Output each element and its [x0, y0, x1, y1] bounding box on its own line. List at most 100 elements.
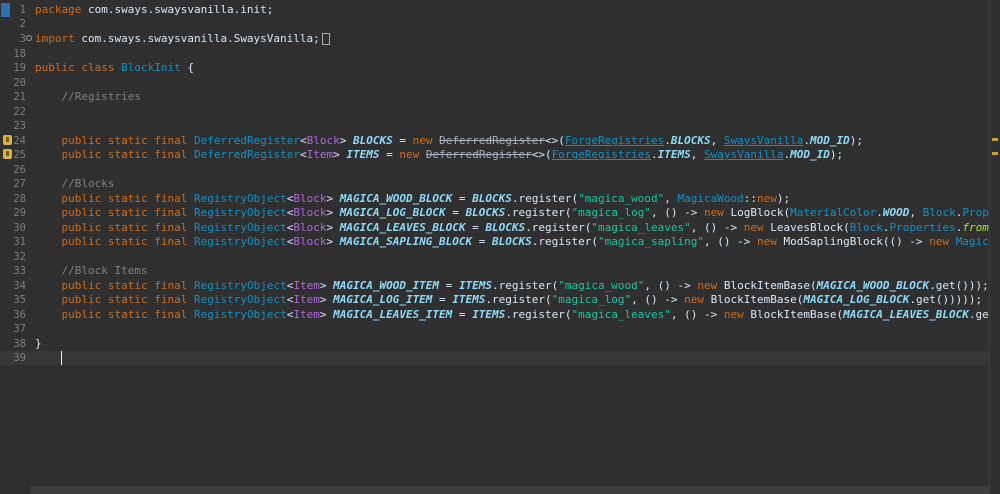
code-line[interactable]: 26 — [0, 163, 990, 177]
code-line[interactable]: 35 public static final RegistryObject<It… — [0, 293, 990, 307]
horizontal-scrollbar[interactable] — [30, 486, 990, 494]
warning-marker[interactable] — [992, 138, 998, 141]
code-token: static — [107, 235, 148, 248]
code-token: SwaysVanilla — [723, 134, 804, 147]
code-token: Block — [293, 206, 327, 219]
code-token: , () -> — [631, 293, 685, 306]
code-token: static — [107, 192, 148, 205]
code-line[interactable]: 27 //Blocks — [0, 177, 990, 191]
code-line[interactable]: 18 — [0, 47, 990, 61]
code-line[interactable]: 19 public class BlockInit { — [0, 61, 990, 75]
code-token: new — [412, 134, 433, 147]
line-number: 20 — [13, 77, 26, 89]
code-line[interactable]: 34 public static final RegistryObject<It… — [0, 279, 990, 293]
code-line[interactable]: 3 import com.sways.swaysvanilla.SwaysVani… — [0, 32, 990, 46]
code-token: //Blocks — [61, 177, 115, 190]
code-line[interactable]: 25 public static final DeferredRegister<… — [0, 148, 990, 162]
code-line[interactable]: 39 — [0, 351, 990, 365]
code-line[interactable]: 20 — [0, 76, 990, 90]
code-token: static — [107, 221, 148, 234]
code-line[interactable]: 2 — [0, 17, 990, 31]
code-token: public — [61, 206, 102, 219]
code-token: BlockItemBase( — [717, 279, 817, 292]
code-text: } — [35, 337, 42, 351]
code-token: } — [35, 337, 42, 350]
code-token: //Registries — [61, 90, 141, 103]
code-token: .get())); — [929, 279, 989, 292]
code-token: static — [107, 134, 148, 147]
line-number: 35 — [13, 294, 26, 306]
code-token: = — [445, 206, 466, 219]
code-editor[interactable]: 1 package com.sways.swaysvanilla.init; 2 3 i… — [0, 0, 1000, 494]
code-token: public — [61, 279, 102, 292]
code-token: Item — [293, 308, 320, 321]
code-token: ITEMS — [452, 293, 486, 306]
line-number: 34 — [13, 280, 26, 292]
code-token: RegistryObject — [194, 293, 287, 306]
code-line[interactable]: 36 public static final RegistryObject<It… — [0, 308, 1000, 322]
code-token: .register( — [505, 206, 572, 219]
code-line[interactable]: 23 — [0, 119, 990, 133]
code-token: MOD_ID — [790, 148, 830, 161]
code-token: = — [465, 221, 486, 234]
folded-block-icon[interactable] — [321, 33, 330, 45]
code-token: new — [399, 148, 420, 161]
code-token: LeavesBlock( — [763, 221, 850, 234]
code-token: ForgeRegistries — [551, 148, 652, 161]
code-line[interactable]: 31 public static final RegistryObject<Bl… — [0, 235, 1000, 249]
fold-toggle-icon[interactable] — [26, 35, 32, 41]
code-token: , () -> — [704, 235, 757, 248]
code-line[interactable]: 22 — [0, 105, 990, 119]
code-token: WOOD — [882, 206, 910, 219]
line-number: 33 — [13, 265, 26, 277]
code-line[interactable]: 24 public static final DeferredRegister<… — [0, 134, 990, 148]
code-token: public — [61, 293, 102, 306]
code-token: MAGICA_WOOD_ITEM — [333, 279, 440, 292]
code-token: LogBlock( — [723, 206, 791, 219]
code-line[interactable]: 28 public static final RegistryObject<Bl… — [0, 192, 990, 206]
code-text: import com.sways.swaysvanilla.SwaysVanil… — [35, 32, 330, 46]
code-token: "magica_sapling" — [598, 235, 704, 248]
code-token: BlockInit — [121, 61, 181, 74]
overview-ruler[interactable] — [989, 0, 1000, 494]
code-token: BLOCKS — [465, 206, 506, 219]
code-line[interactable]: 33 //Block Items — [0, 264, 990, 278]
code-token: { — [180, 61, 194, 74]
code-line[interactable]: 1 package com.sways.swaysvanilla.init; — [0, 3, 990, 17]
code-text: public static final RegistryObject<Block… — [35, 192, 791, 206]
line-number: 23 — [13, 120, 26, 132]
code-token: final — [154, 148, 188, 161]
code-token: final — [154, 221, 188, 234]
code-text: public class BlockInit { — [35, 61, 194, 75]
code-token: static — [107, 148, 148, 161]
code-line[interactable]: 21 //Registries — [0, 90, 990, 104]
line-number: 22 — [13, 106, 26, 118]
code-token: , () -> — [651, 206, 705, 219]
code-line[interactable]: 30 public static final RegistryObject<Bl… — [0, 221, 1000, 235]
line-number: 27 — [13, 178, 26, 190]
code-token: , — [664, 192, 678, 205]
code-token: package — [35, 3, 82, 16]
code-line[interactable]: 37 — [0, 322, 990, 336]
code-token: = — [392, 134, 413, 147]
warning-marker[interactable] — [992, 152, 998, 155]
code-line[interactable]: 29 public static final RegistryObject<Bl… — [0, 206, 1000, 220]
code-token: new — [684, 293, 705, 306]
code-token: BLOCKS — [352, 134, 393, 147]
line-number: 29 — [13, 207, 26, 219]
code-token: "magica_wood" — [578, 192, 665, 205]
line-number: 2 — [19, 18, 26, 30]
code-line[interactable]: 32 — [0, 250, 990, 264]
code-text: //Registries — [35, 90, 141, 104]
code-line[interactable]: 38} — [0, 337, 990, 351]
code-text: public static final RegistryObject<Item>… — [35, 293, 983, 307]
code-token: final — [154, 134, 188, 147]
code-token: new — [723, 308, 744, 321]
